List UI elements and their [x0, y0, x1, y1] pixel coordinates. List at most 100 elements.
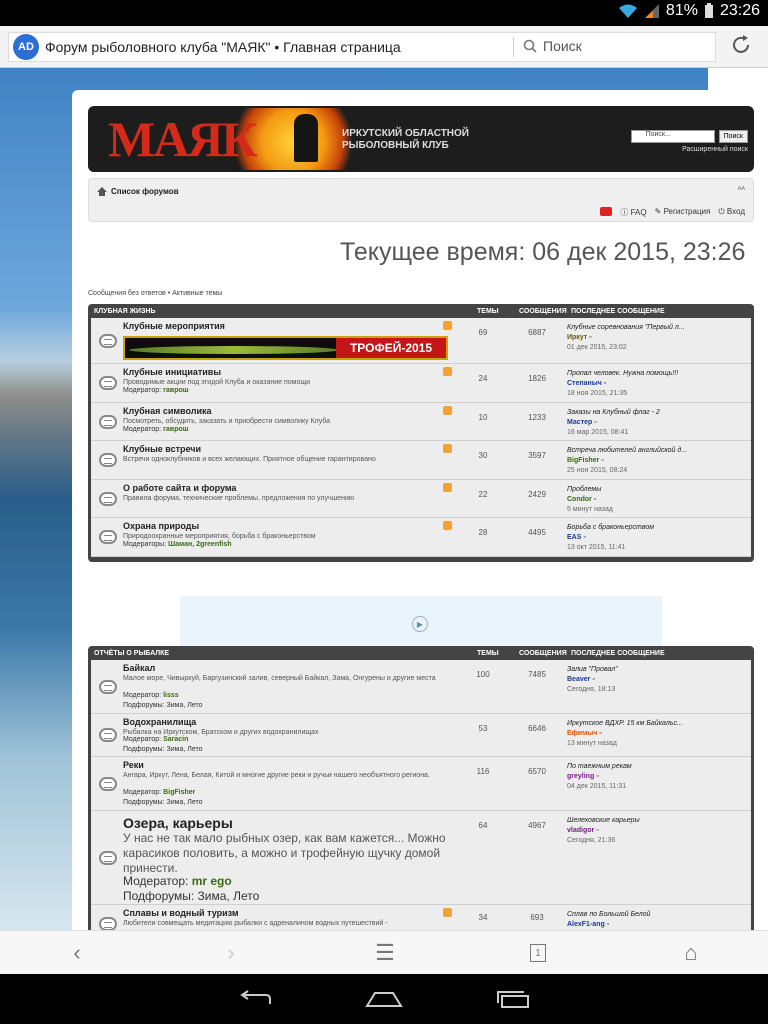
- forum-row[interactable]: Байкал Малое море, Чивыркуй, Баргузински…: [91, 660, 751, 714]
- rss-icon[interactable]: [443, 521, 452, 530]
- last-post-title[interactable]: Залив "Провал": [567, 666, 618, 673]
- browser-search[interactable]: Поиск: [523, 38, 582, 54]
- forum-title[interactable]: Клубные встречи: [123, 444, 201, 454]
- logo[interactable]: МАЯК: [108, 110, 258, 168]
- last-post-user[interactable]: vladigor: [567, 827, 594, 834]
- last-post-title[interactable]: Заказы на Клубный флаг - 2: [567, 409, 660, 416]
- ad-placeholder[interactable]: ▶: [180, 596, 662, 652]
- address-bar[interactable]: AD Форум рыболовного клуба "МАЯК" • Глав…: [8, 32, 716, 62]
- subforum-winter[interactable]: Зима: [167, 746, 184, 753]
- last-post-title[interactable]: Борьба с браконьерством: [567, 524, 654, 531]
- view-post-icon[interactable]: ▫: [604, 380, 606, 387]
- forum-row[interactable]: Охрана природы Природоохранные мероприят…: [91, 518, 751, 557]
- forum-title[interactable]: Охрана природы: [123, 521, 199, 531]
- view-post-icon[interactable]: ▫: [592, 676, 594, 683]
- reload-icon[interactable]: [728, 32, 754, 58]
- play-icon[interactable]: ▶: [412, 616, 428, 632]
- forum-row[interactable]: Реки Ангара, Иркут, Лена, Белая, Китой и…: [91, 757, 751, 811]
- register-link[interactable]: ✎ Регистрация: [655, 207, 711, 218]
- last-post-user[interactable]: Beaver: [567, 676, 590, 683]
- last-post-title[interactable]: Проблемы: [567, 486, 601, 493]
- last-post-title[interactable]: Встреча любителей английской д...: [567, 447, 687, 454]
- last-post-title[interactable]: Шелеховские карьеры: [567, 817, 640, 824]
- forum-row[interactable]: Сплавы и водный туризм Любители совмещат…: [91, 905, 751, 930]
- web-content[interactable]: МАЯК ИРКУТСКИЙ ОБЛАСТНОЙ РЫБОЛОВНЫЙ КЛУБ…: [0, 68, 768, 930]
- forum-row[interactable]: Озера, карьеры У нас не так мало рыбных …: [91, 811, 751, 905]
- forum-row[interactable]: Клубная символика Посмотреть, обсудить, …: [91, 403, 751, 441]
- view-post-icon[interactable]: ▫: [607, 921, 609, 928]
- back-icon[interactable]: ‹: [62, 940, 92, 965]
- subforum-summer[interactable]: Лето: [187, 702, 202, 709]
- subforum-winter[interactable]: Зима: [167, 799, 184, 806]
- last-post-user[interactable]: EAS: [567, 534, 581, 541]
- rss-icon[interactable]: [443, 321, 452, 330]
- view-post-icon[interactable]: ▫: [589, 334, 591, 341]
- home-icon[interactable]: ⌂: [676, 940, 706, 965]
- forum-row[interactable]: Водохранилища Рыбалка на Иркутском, Брат…: [91, 714, 751, 757]
- last-post-title[interactable]: Сплав по Большой Белой: [567, 911, 650, 918]
- rss-icon[interactable]: [443, 406, 452, 415]
- trophy-banner[interactable]: ТРОФЕЙ-2015: [123, 336, 448, 360]
- header-search-input[interactable]: Поиск...: [630, 130, 715, 143]
- font-resize-icon[interactable]: ᴬᴬ: [738, 185, 745, 194]
- last-post-user[interactable]: greyling: [567, 773, 594, 780]
- forum-title[interactable]: О работе сайта и форума: [123, 483, 236, 493]
- forum-title[interactable]: Водохранилища: [123, 717, 196, 727]
- category-title[interactable]: КЛУБНАЯ ЖИЗНЬ: [94, 308, 156, 315]
- moderator-name[interactable]: Saracin: [163, 736, 188, 743]
- last-post-user[interactable]: BigFisher: [567, 457, 599, 464]
- forum-title[interactable]: Байкал: [123, 663, 155, 673]
- forum-row[interactable]: Клубные инициативы Проводимые акции под …: [91, 364, 751, 403]
- last-post-title[interactable]: По таежным рекам: [567, 763, 632, 770]
- forum-title[interactable]: Клубные инициативы: [123, 367, 221, 377]
- youtube-icon[interactable]: [600, 207, 613, 216]
- system-recents-icon[interactable]: [492, 988, 532, 1010]
- menu-icon[interactable]: ☰: [370, 940, 400, 965]
- last-post-user[interactable]: AlexF1-ang: [567, 921, 605, 928]
- forum-title[interactable]: Сплавы и водный туризм: [123, 908, 239, 918]
- header-search-button[interactable]: Поиск: [718, 130, 748, 143]
- last-post-user[interactable]: Condor: [567, 496, 592, 503]
- forum-title[interactable]: Клубные мероприятия: [123, 321, 225, 331]
- moderator-name[interactable]: lisss: [163, 692, 179, 699]
- subforum-summer[interactable]: Лето: [187, 746, 202, 753]
- moderator-name[interactable]: гаврош: [163, 426, 189, 433]
- subforum-winter[interactable]: Зима: [167, 702, 184, 709]
- moderator-name[interactable]: Шаман, 2greenfish: [168, 541, 231, 548]
- category-title[interactable]: ОТЧЁТЫ О РЫБАЛКЕ: [94, 650, 169, 657]
- last-post-user[interactable]: Иркут: [567, 334, 587, 341]
- view-post-icon[interactable]: ▫: [596, 827, 598, 834]
- forum-row[interactable]: Клубные встречи Встречи одноклубников и …: [91, 441, 751, 480]
- system-home-icon[interactable]: [364, 988, 404, 1010]
- forward-icon[interactable]: ›: [216, 940, 246, 965]
- last-post-user[interactable]: Степаныч: [567, 380, 602, 387]
- moderator-name[interactable]: BigFisher: [163, 789, 195, 796]
- last-post-title[interactable]: Клубные соревнования "Первый л...: [567, 324, 685, 331]
- breadcrumb[interactable]: Список форумов: [97, 187, 179, 196]
- view-post-icon[interactable]: ▫: [601, 457, 603, 464]
- subforum-summer[interactable]: Лето: [233, 889, 259, 903]
- forum-title[interactable]: Клубная символика: [123, 406, 212, 416]
- forum-title[interactable]: Озера, карьеры: [123, 815, 233, 831]
- page-title[interactable]: Форум рыболовного клуба "МАЯК" • Главная…: [45, 39, 507, 55]
- last-post-user[interactable]: Ефимыч: [567, 730, 597, 737]
- rss-icon[interactable]: [443, 908, 452, 917]
- view-post-icon[interactable]: ▫: [583, 534, 585, 541]
- last-post-user[interactable]: Мастер: [567, 419, 592, 426]
- system-back-icon[interactable]: [236, 988, 276, 1010]
- quick-links[interactable]: Сообщения без ответов • Активные темы: [88, 290, 222, 297]
- advanced-search-link[interactable]: Расширенный поиск: [682, 146, 748, 153]
- tabs-button[interactable]: 1: [523, 941, 553, 965]
- moderator-name[interactable]: гаврош: [163, 387, 189, 394]
- forum-row[interactable]: Клубные мероприятия ТРОФЕЙ-2015 69 6887 …: [91, 318, 751, 364]
- login-link[interactable]: ⏻ Вход: [718, 207, 745, 218]
- rss-icon[interactable]: [443, 444, 452, 453]
- subforum-winter[interactable]: Зима,: [198, 889, 230, 903]
- last-post-title[interactable]: Иркутское ВДХР. 15 км Байкальс...: [567, 720, 683, 727]
- view-post-icon[interactable]: ▫: [594, 419, 596, 426]
- view-post-icon[interactable]: ▫: [599, 730, 601, 737]
- subforum-summer[interactable]: Лето: [187, 799, 202, 806]
- rss-icon[interactable]: [443, 367, 452, 376]
- forum-row[interactable]: О работе сайта и форума Правила форума, …: [91, 480, 751, 518]
- last-post-title[interactable]: Пропал человек. Нужна помощь!!!: [567, 370, 678, 377]
